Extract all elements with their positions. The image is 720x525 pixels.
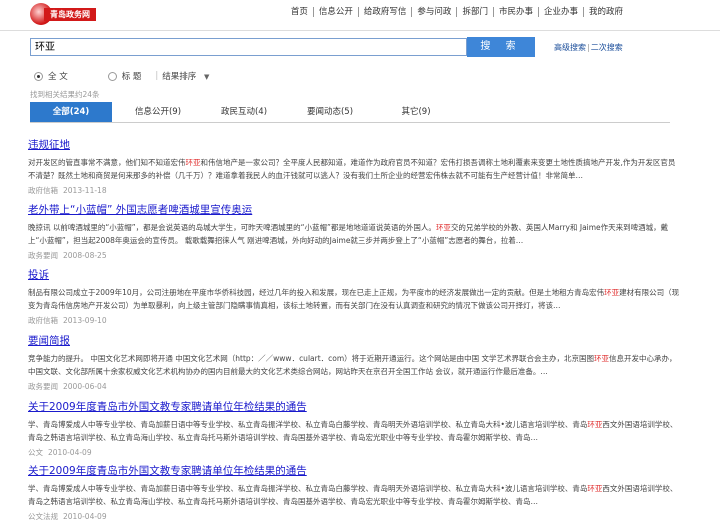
result-item: 投诉 制品有限公司成立于2009年10月，公司注册地在平度市华侨科技园，经过几年… xyxy=(28,267,680,326)
result-source: 公文法规 xyxy=(28,512,58,521)
result-meta: 公文法规 2010-04-09 xyxy=(28,511,680,522)
logo-text: 青岛政务网 xyxy=(44,8,96,21)
tab-info-disclosure[interactable]: 信息公开(9) xyxy=(126,102,190,122)
highlighted-term: 环亚 xyxy=(604,288,620,297)
result-item: 违规征地 对开发区的管直事常不满意，他们知不知道宏伟环亚和伟信地产是一家公司？全… xyxy=(28,137,680,196)
result-date: 2013-09-10 xyxy=(63,316,107,325)
search-options: 全 文 标 题 | 结果排序 ▼ xyxy=(34,70,209,82)
title-radio[interactable] xyxy=(107,71,117,81)
tab-interaction[interactable]: 政民互动(4) xyxy=(212,102,276,122)
tab-news[interactable]: 要闻动态(5) xyxy=(298,102,362,122)
result-snippet: 学、青岛博爱成人中等专业学校、青岛加薪日语中等专业学校、私立青岛振洋学校、私立青… xyxy=(28,420,678,442)
top-bar: 青岛政务网 首页 信息公开 给政府写信 参与问政 拆部门 市民办事 企业办事 我… xyxy=(0,0,720,31)
highlighted-term: 环亚 xyxy=(594,354,610,363)
result-snippet: 制品有限公司成立于2009年10月，公司注册地在平度市华侨科技园，经过几年的投入… xyxy=(28,288,680,310)
result-count: 找到相关结果约24条 xyxy=(30,90,100,99)
result-meta: 政务要闻 2008-08-25 xyxy=(28,250,680,261)
site-logo[interactable]: 青岛政务网 xyxy=(30,3,98,25)
search-input[interactable]: 环亚 xyxy=(30,38,467,56)
result-snippet: 对开发区的管直事常不满意，他们知不知道宏伟环亚和伟信地产是一家公司？全平度人民都… xyxy=(28,158,676,180)
full-text-label[interactable]: 全 文 xyxy=(48,70,68,82)
result-date: 2013-11-18 xyxy=(63,186,107,195)
search-links: 高级搜索|二次搜索 xyxy=(554,42,623,53)
result-title[interactable]: 投诉 xyxy=(28,267,680,282)
nav-citizen-services[interactable]: 市民办事 xyxy=(492,7,538,17)
result-date: 2008-08-25 xyxy=(63,251,107,260)
result-meta: 政务要闻 2000-06-04 xyxy=(28,381,680,392)
tab-other[interactable]: 其它(9) xyxy=(384,102,448,122)
category-tabs: 全部(24) 信息公开(9) 政民互动(4) 要闻动态(5) 其它(9) xyxy=(30,102,670,123)
search-button[interactable]: 搜 索 xyxy=(467,37,535,57)
highlighted-term: 环亚 xyxy=(587,484,603,493)
nav-write-letter[interactable]: 给政府写信 xyxy=(357,7,412,17)
link-separator: | xyxy=(587,43,590,52)
secondary-search-link[interactable]: 二次搜索 xyxy=(591,43,623,52)
nav-my-government[interactable]: 我的政府 xyxy=(582,7,628,17)
result-snippet: 学、青岛博爱成人中等专业学校、青岛加薪日语中等专业学校、私立青岛振洋学校、私立青… xyxy=(28,484,678,506)
tab-all[interactable]: 全部(24) xyxy=(30,102,112,122)
nav-participate[interactable]: 参与问政 xyxy=(411,7,456,17)
result-title[interactable]: 老外带上“小蓝帽” 外国志愿者啤酒城里宣传奥运 xyxy=(28,202,680,217)
title-label[interactable]: 标 题 xyxy=(122,70,142,82)
full-text-radio[interactable] xyxy=(34,71,43,81)
highlighted-term: 环亚 xyxy=(435,223,451,232)
result-source: 政务要闻 xyxy=(28,382,58,391)
nav-departments[interactable]: 拆部门 xyxy=(456,7,493,17)
nav-home[interactable]: 首页 xyxy=(286,7,313,17)
result-snippet: 竞争能力的提升。 中国文化艺术网即将开通 中国文化艺术网（http：／／www．… xyxy=(28,354,677,376)
result-title[interactable]: 关于2009年度青岛市外国文教专家聘请单位年检结果的通告 xyxy=(28,399,680,414)
result-snippet: 晚掠讯 以前啤酒城里的“小蓝帽”，都是会说英语的岛城大学生，可昨天啤酒城里的“小… xyxy=(28,223,669,245)
result-item: 老外带上“小蓝帽” 外国志愿者啤酒城里宣传奥运 晚掠讯 以前啤酒城里的“小蓝帽”… xyxy=(28,202,680,261)
result-item: 关于2009年度青岛市外国文教专家聘请单位年检结果的通告 学、青岛博爱成人中等专… xyxy=(28,463,680,522)
result-source: 政府信箱 xyxy=(28,186,58,195)
caret-down-icon: ▼ xyxy=(204,73,210,81)
result-source: 政务要闻 xyxy=(28,251,58,260)
sort-dropdown[interactable]: 结果排序 ▼ xyxy=(162,70,209,82)
top-navigation: 首页 信息公开 给政府写信 参与问政 拆部门 市民办事 企业办事 我的政府 xyxy=(286,7,628,17)
result-date: 2010-04-09 xyxy=(48,448,92,457)
nav-info-disclosure[interactable]: 信息公开 xyxy=(312,7,358,17)
result-source: 公文 xyxy=(28,448,43,457)
highlighted-term: 环亚 xyxy=(587,420,603,429)
result-title[interactable]: 违规征地 xyxy=(28,137,680,152)
result-title[interactable]: 要闻简报 xyxy=(28,333,680,348)
result-title[interactable]: 关于2009年度青岛市外国文教专家聘请单位年检结果的通告 xyxy=(28,463,680,478)
options-divider: | xyxy=(155,71,159,81)
result-meta: 政府信箱 2013-09-10 xyxy=(28,315,680,326)
result-date: 2010-04-09 xyxy=(63,512,107,521)
nav-business-services[interactable]: 企业办事 xyxy=(537,7,583,17)
result-source: 政府信箱 xyxy=(28,316,58,325)
highlighted-term: 环亚 xyxy=(185,158,201,167)
result-meta: 政府信箱 2013-11-18 xyxy=(28,185,680,196)
result-item: 关于2009年度青岛市外国文教专家聘请单位年检结果的通告 学、青岛博爱成人中等专… xyxy=(28,399,680,458)
result-meta: 公文 2010-04-09 xyxy=(28,447,680,458)
advanced-search-link[interactable]: 高级搜索 xyxy=(554,43,586,52)
sort-label: 结果排序 xyxy=(162,72,197,82)
result-item: 要闻简报 竞争能力的提升。 中国文化艺术网即将开通 中国文化艺术网（http：／… xyxy=(28,333,680,392)
result-date: 2000-06-04 xyxy=(63,382,107,391)
